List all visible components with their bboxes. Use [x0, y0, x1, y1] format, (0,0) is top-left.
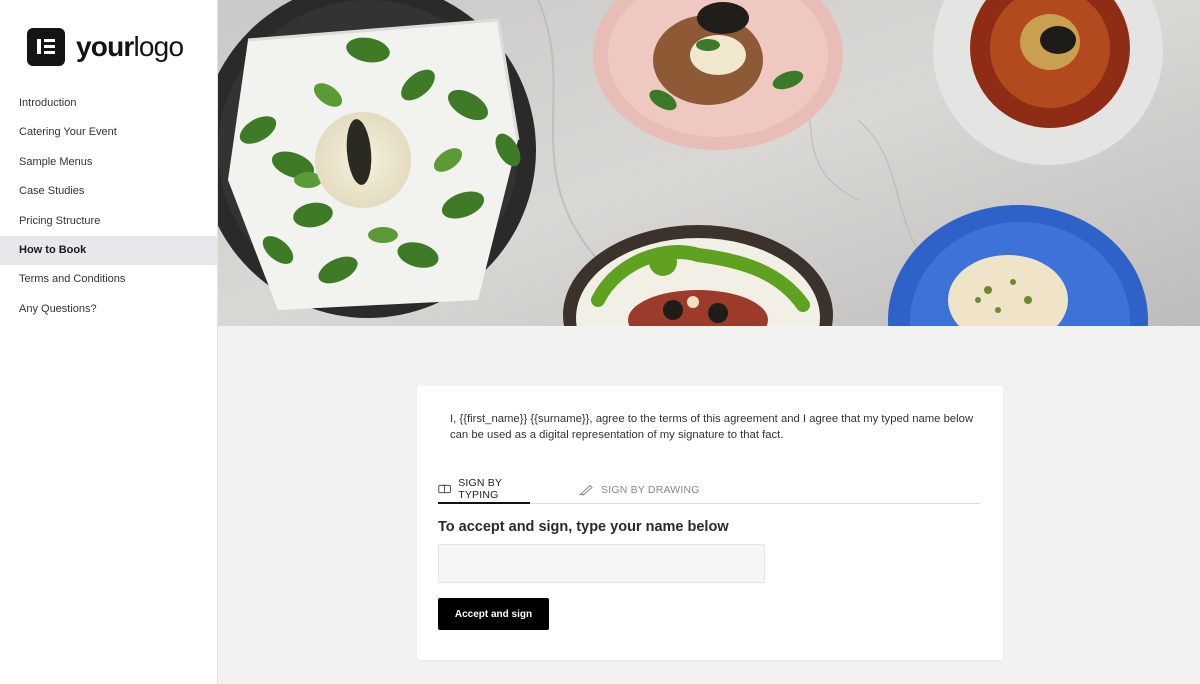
sign-heading: To accept and sign, type your name below [438, 519, 729, 535]
signature-name-input[interactable] [438, 544, 765, 583]
tab-sign-by-drawing-label: SIGN BY DRAWING [601, 483, 700, 496]
logo-icon [27, 28, 65, 66]
hero-image [218, 0, 1200, 326]
logo[interactable]: yourlogo [27, 28, 184, 66]
sidebar-item-case-studies[interactable]: Case Studies [0, 177, 217, 206]
sidebar-item-catering-your-event[interactable]: Catering Your Event [0, 118, 217, 147]
accept-and-sign-button[interactable]: Accept and sign [438, 598, 549, 630]
sidebar-item-introduction[interactable]: Introduction [0, 89, 217, 118]
pen-icon [578, 484, 593, 496]
signing-tabs: SIGN BY TYPING SIGN BY DRAWING [438, 475, 980, 504]
tab-sign-by-typing-label: SIGN BY TYPING [458, 476, 503, 501]
sidebar-item-any-questions[interactable]: Any Questions? [0, 295, 217, 324]
sidebar-item-how-to-book[interactable]: How to Book [0, 235, 217, 266]
tab-sign-by-typing[interactable]: SIGN BY TYPING [438, 475, 530, 504]
tab-sign-by-drawing[interactable]: SIGN BY DRAWING [578, 475, 700, 504]
sidebar-item-pricing-structure[interactable]: Pricing Structure [0, 207, 217, 236]
sidebar-item-sample-menus[interactable]: Sample Menus [0, 148, 217, 177]
logo-text: yourlogo [76, 31, 184, 62]
sidebar: yourlogo Introduction Catering Your Even… [0, 0, 218, 684]
signing-card: I, {{first_name}} {{surname}}, agree to … [417, 386, 1003, 660]
sidebar-nav: Introduction Catering Your Event Sample … [0, 89, 217, 324]
keyboard-icon [438, 484, 451, 493]
sidebar-item-terms-and-conditions[interactable]: Terms and Conditions [0, 265, 217, 294]
agreement-text: I, {{first_name}} {{surname}}, agree to … [450, 413, 974, 441]
